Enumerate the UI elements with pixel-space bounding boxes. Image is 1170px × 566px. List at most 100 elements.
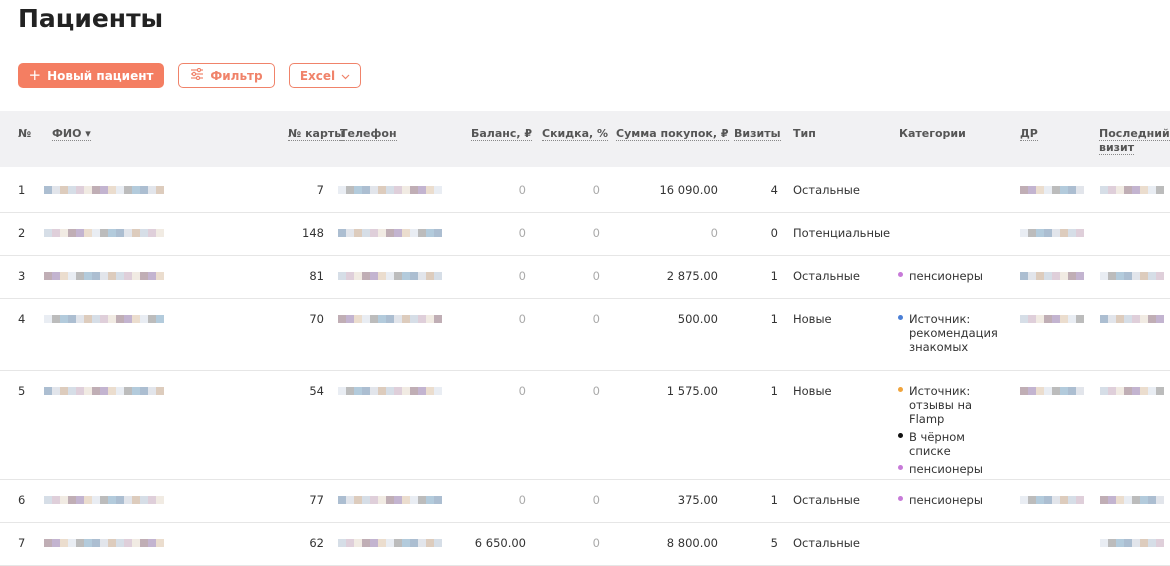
redacted-value — [338, 315, 442, 323]
redacted-value — [44, 272, 164, 280]
redacted-value — [338, 539, 442, 547]
col-discount-label: Скидка, % — [542, 127, 609, 141]
redacted-value — [1020, 387, 1084, 395]
col-type: Тип — [793, 127, 816, 140]
col-card[interactable]: № карты — [288, 127, 345, 141]
card-number: 62 — [309, 536, 324, 550]
redacted-value — [338, 387, 442, 395]
patient-type: Потенциальные — [793, 226, 891, 240]
redacted-value — [44, 496, 164, 504]
sliders-icon — [190, 67, 204, 83]
new-patient-label: Новый пациент — [47, 68, 154, 83]
balance-value: 6 650.00 — [474, 536, 526, 550]
redacted-value — [1100, 315, 1164, 323]
col-phone[interactable]: Телефон — [340, 127, 397, 141]
purchases-value: 8 800.00 — [666, 536, 718, 550]
col-balance[interactable]: Баланс, ₽ — [471, 127, 533, 141]
table-row[interactable]: 6 77 0 0 375.00 1 Остальные пенсионеры — [0, 479, 1170, 523]
patient-type: Остальные — [793, 493, 860, 507]
col-purchases[interactable]: Сумма покупок, ₽ — [616, 127, 729, 141]
purchases-value: 500.00 — [677, 312, 718, 326]
table-row[interactable]: 3 81 0 0 2 875.00 1 Остальные пенсионеры — [0, 255, 1170, 299]
category-label: Источник: рекомендация знакомых — [909, 312, 998, 354]
discount-value: 0 — [592, 312, 600, 326]
visits-value: 1 — [770, 269, 778, 283]
excel-label: Excel — [299, 68, 336, 83]
visits-value: 1 — [770, 312, 778, 326]
category-dot-icon — [898, 315, 903, 320]
category-tag: Источник: рекомендация знакомых — [898, 312, 1010, 354]
filter-label: Фильтр — [210, 68, 263, 83]
patient-type: Остальные — [793, 536, 860, 550]
purchases-value: 1 575.00 — [666, 384, 718, 398]
redacted-value — [44, 539, 164, 547]
patient-type: Остальные — [793, 269, 860, 283]
balance-value: 0 — [518, 226, 526, 240]
category-tag: Источник: отзывы на Flamp — [898, 384, 1010, 426]
table-row[interactable]: 4 70 0 0 500.00 1 Новые Источник: рекомендация … — [0, 298, 1170, 371]
redacted-value — [1100, 387, 1164, 395]
row-number: 4 — [18, 312, 26, 326]
redacted-value — [1100, 186, 1164, 194]
category-label: В чёрном списке — [909, 430, 965, 458]
col-dob-label: ДР — [1020, 127, 1038, 141]
redacted-value — [44, 387, 164, 395]
purchases-value: 0 — [710, 226, 718, 240]
row-number: 6 — [18, 493, 26, 507]
balance-value: 0 — [518, 269, 526, 283]
filter-button[interactable]: Фильтр — [178, 63, 275, 88]
col-categories: Категории — [899, 127, 966, 140]
redacted-value — [1020, 272, 1084, 280]
category-label: пенсионеры — [909, 462, 983, 476]
table-row[interactable]: 5 54 0 0 1 575.00 1 Новые Источник: отзывы на F… — [0, 370, 1170, 480]
card-number: 7 — [316, 183, 324, 197]
excel-dropdown[interactable]: Excel — [289, 63, 361, 88]
patient-type: Новые — [793, 312, 832, 326]
redacted-value — [1020, 229, 1084, 237]
balance-value: 0 — [518, 384, 526, 398]
card-number: 81 — [309, 269, 324, 283]
patient-type: Остальные — [793, 183, 860, 197]
col-visits[interactable]: Визиты — [734, 127, 781, 141]
chevron-down-icon — [341, 69, 350, 83]
table-row[interactable]: 2 148 0 0 0 0 Потенциальные — [0, 212, 1170, 256]
col-card-label: № карты — [288, 127, 345, 141]
visits-value: 4 — [770, 183, 778, 197]
table-row[interactable]: 1 7 0 0 16 090.00 4 Остальные — [0, 169, 1170, 213]
patient-type: Новые — [793, 384, 832, 398]
redacted-value — [338, 272, 442, 280]
purchases-value: 16 090.00 — [659, 183, 718, 197]
category-tag: пенсионеры — [898, 462, 1010, 476]
row-number: 1 — [18, 183, 26, 197]
redacted-value — [44, 186, 164, 194]
category-dot-icon — [898, 387, 903, 392]
col-last-visit-label: Последний визит — [1099, 127, 1170, 155]
category-dot-icon — [898, 496, 903, 501]
discount-value: 0 — [592, 269, 600, 283]
card-number: 70 — [309, 312, 324, 326]
redacted-value — [338, 229, 442, 237]
discount-value: 0 — [592, 226, 600, 240]
discount-value: 0 — [592, 384, 600, 398]
page-title: Пациенты — [18, 4, 164, 33]
new-patient-button[interactable]: + Новый пациент — [18, 63, 164, 88]
col-balance-label: Баланс, ₽ — [471, 127, 533, 141]
category-dot-icon — [898, 272, 903, 277]
col-num: № — [18, 127, 32, 140]
discount-value: 0 — [592, 183, 600, 197]
col-visits-label: Визиты — [734, 127, 781, 141]
col-fio[interactable]: ФИО ▾ — [52, 127, 91, 141]
redacted-value — [1020, 315, 1084, 323]
col-discount[interactable]: Скидка, % — [542, 127, 609, 141]
categories-list: пенсионеры — [898, 493, 1010, 511]
redacted-value — [338, 186, 442, 194]
col-last-visit[interactable]: Последний визит — [1099, 127, 1170, 155]
redacted-value — [1100, 539, 1164, 547]
visits-value: 0 — [770, 226, 778, 240]
col-dob[interactable]: ДР — [1020, 127, 1038, 141]
table-row[interactable]: 7 62 6 650.00 0 8 800.00 5 Остальные — [0, 522, 1170, 566]
redacted-value — [44, 315, 164, 323]
visits-value: 1 — [770, 493, 778, 507]
col-purchases-label: Сумма покупок, ₽ — [616, 127, 729, 141]
card-number: 148 — [302, 226, 324, 240]
